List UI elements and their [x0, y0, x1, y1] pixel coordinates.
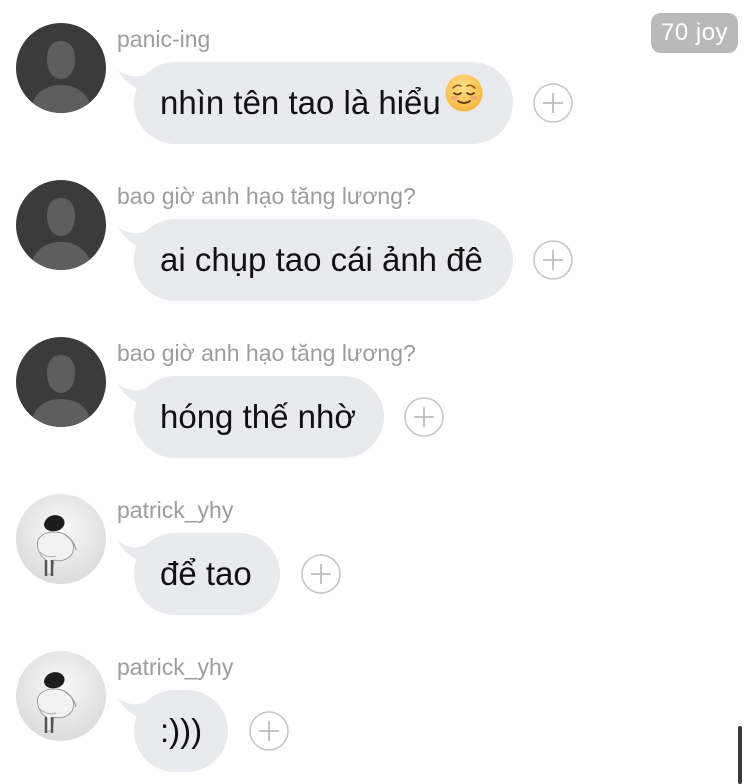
avatar[interactable]: [16, 180, 106, 270]
scrollbar[interactable]: [738, 726, 742, 784]
avatar[interactable]: [16, 23, 106, 113]
chat-screen: 70 joy panic-ing nhìn tên tao là hiểu ba…: [0, 0, 750, 784]
plus-circle-icon[interactable]: [404, 397, 444, 437]
message-text: :))): [160, 712, 203, 749]
person-silhouette-icon: [16, 23, 106, 113]
plus-circle-icon[interactable]: [533, 83, 573, 123]
message-bubble[interactable]: để tao: [134, 533, 280, 615]
message-bubble[interactable]: hóng thế nhờ: [134, 376, 384, 458]
avatar[interactable]: [16, 337, 106, 427]
plus-circle-icon[interactable]: [301, 554, 341, 594]
plus-circle-icon[interactable]: [533, 240, 573, 280]
avatar[interactable]: [16, 651, 106, 741]
plus-circle-icon[interactable]: [249, 711, 289, 751]
message-text: ai chụp tao cái ảnh đê: [160, 241, 483, 278]
person-silhouette-icon: [16, 337, 106, 427]
sender-name: bao giờ anh hạo tăng lương?: [117, 340, 416, 366]
user-photo-avatar-icon: [16, 651, 106, 741]
sender-name: patrick_yhy: [117, 497, 234, 523]
sender-name: bao giờ anh hạo tăng lương?: [117, 183, 416, 209]
message-bubble[interactable]: ai chụp tao cái ảnh đê: [134, 219, 513, 301]
message-text: nhìn tên tao là hiểu: [160, 84, 441, 121]
user-photo-avatar-icon: [16, 494, 106, 584]
message-bubble[interactable]: nhìn tên tao là hiểu: [134, 62, 513, 144]
sender-name: panic-ing: [117, 26, 211, 52]
message-text: hóng thế nhờ: [160, 398, 356, 435]
avatar[interactable]: [16, 494, 106, 584]
joy-badge: 70 joy: [651, 13, 739, 53]
message-bubble[interactable]: :))): [134, 690, 228, 772]
person-silhouette-icon: [16, 180, 106, 270]
relieved-face-emoji-icon: [444, 61, 484, 143]
sender-name: patrick_yhy: [117, 654, 234, 680]
message-text: để tao: [160, 555, 252, 592]
